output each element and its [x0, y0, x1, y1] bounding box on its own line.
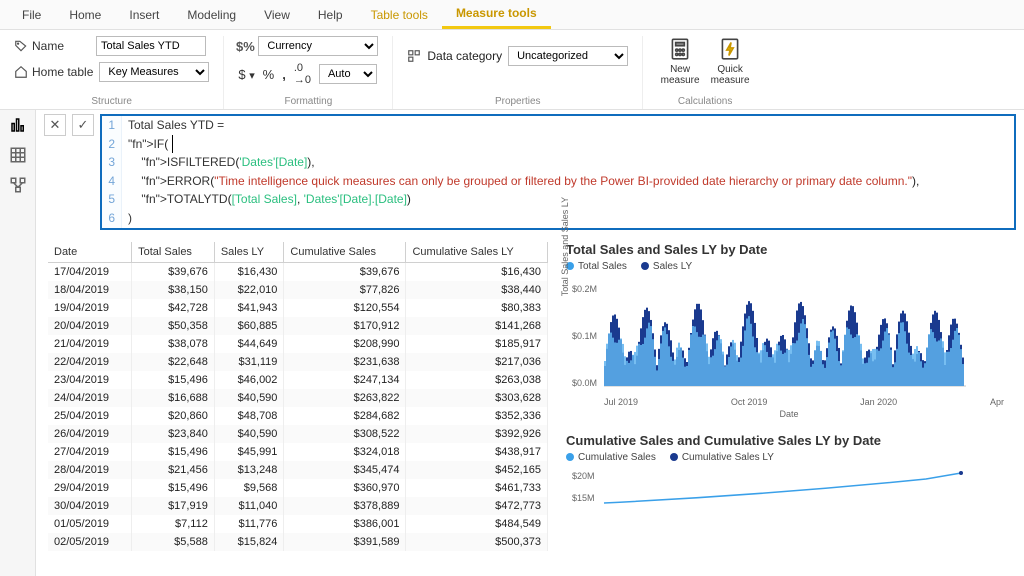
tab-modeling[interactable]: Modeling [173, 0, 250, 29]
data-view-icon[interactable] [9, 146, 27, 164]
view-rail [0, 110, 36, 576]
home-icon [14, 65, 28, 79]
tab-view[interactable]: View [250, 0, 304, 29]
category-icon [407, 49, 421, 63]
col-header[interactable]: Cumulative Sales [284, 242, 406, 263]
table-row[interactable]: 19/04/2019$42,728$41,943$120,554$80,383 [48, 299, 548, 317]
table-row[interactable]: 27/04/2019$15,496$45,991$324,018$438,917 [48, 443, 548, 461]
tab-file[interactable]: File [8, 0, 55, 29]
currency-button[interactable]: $ ▾ [238, 67, 254, 82]
table-row[interactable]: 30/04/2019$17,919$11,040$378,889$472,773 [48, 497, 548, 515]
svg-text:$0.2M: $0.2M [572, 284, 597, 294]
col-header[interactable]: Total Sales [132, 242, 215, 263]
table-row[interactable]: 24/04/2019$16,688$40,590$263,822$303,628 [48, 389, 548, 407]
group-structure: Name Home table Key Measures Structure [0, 36, 224, 109]
cancel-formula-button[interactable]: ✕ [44, 114, 66, 136]
table-row[interactable]: 17/04/2019$39,676$16,430$39,676$16,430 [48, 262, 548, 281]
ribbon-tabs: FileHomeInsertModelingViewHelpTable tool… [0, 0, 1024, 30]
table-row[interactable]: 21/04/2019$38,078$44,649$208,990$185,917 [48, 335, 548, 353]
tab-home[interactable]: Home [55, 0, 115, 29]
data-category-label: Data category [427, 49, 502, 63]
decimal-dec-button[interactable]: .0→0 [294, 62, 311, 86]
report-view-icon[interactable] [9, 116, 27, 134]
home-table-label: Home table [32, 65, 93, 79]
tab-measure-tools[interactable]: Measure tools [442, 0, 551, 29]
table-row[interactable]: 20/04/2019$50,358$60,885$170,912$141,268 [48, 317, 548, 335]
data-category-select[interactable]: Uncategorized [508, 46, 628, 66]
area-chart-svg: $0.2M $0.1M $0.0M [566, 274, 966, 394]
group-calculations: New measure Quick measure Calculations [643, 36, 767, 109]
svg-text:$20M: $20M [572, 471, 595, 481]
name-label: Name [32, 39, 64, 53]
table-row[interactable]: 25/04/2019$20,860$48,708$284,682$352,336 [48, 407, 548, 425]
col-header[interactable]: Cumulative Sales LY [406, 242, 548, 263]
tag-icon [14, 39, 28, 53]
data-table: DateTotal SalesSales LYCumulative SalesC… [48, 242, 548, 551]
svg-text:$15M: $15M [572, 493, 595, 503]
group-formatting: $% Currency $ ▾ % , .0→0 Auto Formatting [224, 36, 393, 109]
svg-text:$0.1M: $0.1M [572, 331, 597, 341]
col-header[interactable]: Sales LY [214, 242, 284, 263]
tab-insert[interactable]: Insert [115, 0, 173, 29]
tab-help[interactable]: Help [304, 0, 357, 29]
ribbon: Name Home table Key Measures Structure $… [0, 30, 1024, 110]
svg-text:$0.0M: $0.0M [572, 378, 597, 388]
percent-button[interactable]: % [263, 67, 275, 82]
format-select[interactable]: Currency [258, 36, 378, 56]
col-header[interactable]: Date [48, 242, 132, 263]
format-icon: $% [238, 39, 252, 53]
charts-panel: Total Sales and Sales LY by Date Total S… [566, 242, 1012, 568]
group-properties: Data category Uncategorized Properties [393, 36, 643, 109]
line-chart-svg: $20M $15M [566, 465, 966, 505]
home-table-select[interactable]: Key Measures [99, 62, 209, 82]
table-row[interactable]: 26/04/2019$23,840$40,590$308,522$392,926 [48, 425, 548, 443]
table-row[interactable]: 23/04/2019$15,496$46,002$247,134$263,038 [48, 371, 548, 389]
table-row[interactable]: 22/04/2019$22,648$31,119$231,638$217,036 [48, 353, 548, 371]
formula-bar: ✕ ✓ 1Total Sales YTD =2"fn">IF( 3 "fn">I… [36, 110, 1024, 234]
chart-cumulative[interactable]: Cumulative Sales and Cumulative Sales LY… [566, 433, 1012, 508]
new-measure-button[interactable]: New measure [657, 36, 703, 86]
dax-editor[interactable]: 1Total Sales YTD =2"fn">IF( 3 "fn">ISFIL… [100, 114, 1016, 230]
quick-measure-button[interactable]: Quick measure [707, 36, 753, 86]
measure-name-input[interactable] [96, 36, 206, 56]
group-label: Structure [91, 96, 132, 107]
model-view-icon[interactable] [9, 176, 27, 194]
table-row[interactable]: 18/04/2019$38,150$22,010$77,826$38,440 [48, 281, 548, 299]
tab-table-tools[interactable]: Table tools [357, 0, 442, 29]
chart-sales-by-date[interactable]: Total Sales and Sales LY by Date Total S… [566, 242, 1012, 419]
table-visual[interactable]: DateTotal SalesSales LYCumulative SalesC… [48, 242, 548, 568]
table-row[interactable]: 02/05/2019$5,588$15,824$391,589$500,373 [48, 533, 548, 551]
decimals-select[interactable]: Auto [319, 64, 377, 84]
table-row[interactable]: 28/04/2019$21,456$13,248$345,474$452,165 [48, 461, 548, 479]
table-row[interactable]: 29/04/2019$15,496$9,568$360,970$461,733 [48, 479, 548, 497]
table-row[interactable]: 01/05/2019$7,112$11,776$386,001$484,549 [48, 515, 548, 533]
thousands-button[interactable]: , [282, 67, 286, 82]
commit-formula-button[interactable]: ✓ [72, 114, 94, 136]
